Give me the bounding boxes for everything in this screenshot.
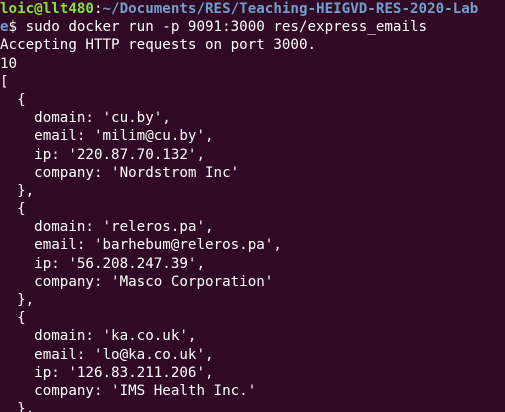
output-line: email: 'barhebum@releros.pa', xyxy=(0,237,282,254)
prompt-line: loic@llt480:~/Documents/RES/Teaching-HEI… xyxy=(0,0,505,18)
output-line: domain: 'releros.pa', xyxy=(0,219,214,236)
prompt-line-continued: e$ sudo docker run -p 9091:3000 res/expr… xyxy=(0,18,505,36)
output-line: { xyxy=(0,91,26,108)
command-text: sudo docker run -p 9091:3000 res/express… xyxy=(25,19,428,36)
output-line: }, xyxy=(0,401,35,412)
output-line: ip: '220.87.70.132', xyxy=(0,146,205,163)
output-line: email: 'milim@cu.by', xyxy=(0,128,214,145)
output-line: }, xyxy=(0,182,35,199)
output-line: 10 xyxy=(0,55,18,72)
terminal-window[interactable]: loic@llt480:~/Documents/RES/Teaching-HEI… xyxy=(0,0,505,412)
output-line: { xyxy=(0,201,26,218)
prompt-path: ~/Documents/RES/Teaching-HEIGVD-RES-2020… xyxy=(102,1,479,17)
prompt-user-host: loic@llt480 xyxy=(0,1,94,17)
output-line: company: 'Masco Corporation' xyxy=(0,273,274,290)
output-line: Accepting HTTP requests on port 3000. xyxy=(0,37,317,54)
output-line: email: 'lo@ka.co.uk', xyxy=(0,346,214,363)
output-line: domain: 'cu.by', xyxy=(0,110,171,127)
output-line: ip: '126.83.211.206', xyxy=(0,364,214,381)
output-line: { xyxy=(0,310,26,327)
output-line: company: 'IMS Health Inc.' xyxy=(0,382,257,399)
output-line: }, xyxy=(0,292,35,308)
output-line: ip: '56.208.247.39', xyxy=(0,255,205,272)
output-line: company: 'Nordstrom Inc' xyxy=(0,164,240,181)
output-line: [ xyxy=(0,73,9,90)
output-line: domain: 'ka.co.uk', xyxy=(0,328,197,345)
prompt-symbol: $ xyxy=(8,19,26,36)
prompt-path-continued: e xyxy=(0,19,9,36)
prompt-separator: : xyxy=(93,1,103,17)
